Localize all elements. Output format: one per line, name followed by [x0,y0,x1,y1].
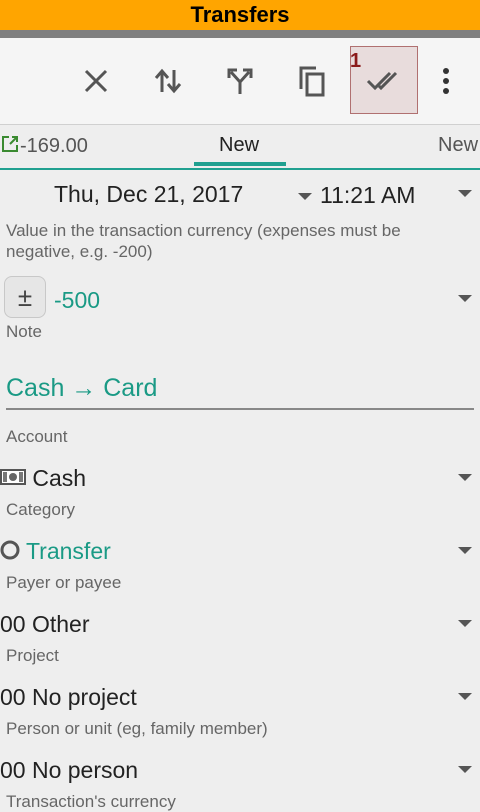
title-bar: Transfers [0,0,480,30]
tab-new-next[interactable]: New [438,134,478,157]
category-label: Category [6,500,75,519]
time-dropdown-icon [458,190,472,197]
date-dropdown-icon [298,193,312,200]
app-title: Transfers [190,2,290,27]
account-dropdown-icon [458,474,472,481]
sign-toggle-button[interactable]: ± [4,276,46,318]
action-toolbar: 1 [0,38,480,125]
tab-previous[interactable]: -169.00 [0,134,88,158]
sign-toggle-label: ± [17,281,33,312]
cash-icon [0,469,26,485]
save-icon [366,71,398,91]
category-dropdown-icon [458,547,472,554]
active-tab-indicator [194,162,286,166]
close-button[interactable] [66,38,126,124]
account-label: Account [6,427,68,446]
category-select[interactable]: Transfer [0,538,111,565]
transaction-tabs: -169.00 New New [0,124,480,170]
copy-button[interactable] [282,38,342,124]
note-underline [6,408,474,410]
save-button[interactable] [354,38,414,124]
account-value: Cash [32,465,87,491]
swap-icon [154,68,182,94]
close-icon [84,69,108,93]
date-field[interactable]: Thu, Dec 21, 2017 [54,181,243,208]
amount-input[interactable]: -500 [54,287,100,314]
copy-icon [299,66,325,97]
project-label: Project [6,646,59,665]
person-dropdown-icon [458,766,472,773]
swap-button[interactable] [138,38,198,124]
amount-hint: Value in the transaction currency (expen… [6,221,401,261]
split-button[interactable] [210,38,270,124]
time-field[interactable]: 11:21 AM [320,182,415,209]
external-link-icon [2,136,18,152]
person-select[interactable]: 00 No person [0,757,138,784]
note-label: Note [6,322,42,341]
payee-dropdown-icon [458,620,472,627]
circle-icon [0,540,20,560]
currency-label: Transaction's currency [6,792,176,811]
note-input[interactable]: Cash → Card [6,374,157,403]
payee-label: Payer or payee [6,573,122,592]
tab-new-current[interactable]: New [219,134,259,157]
category-value: Transfer [25,538,111,564]
split-icon [227,68,253,94]
title-divider [0,30,480,38]
project-select[interactable]: 00 No project [0,684,137,711]
account-select[interactable]: Cash [0,465,86,492]
payee-select[interactable]: 00 Other [0,611,90,638]
project-dropdown-icon [458,693,472,700]
person-label: Person or unit (eg, family member) [6,719,268,738]
more-options-button[interactable] [416,38,476,124]
amount-dropdown-icon [458,295,472,302]
tab-amount: -169.00 [20,135,88,157]
more-vert-icon [443,68,449,94]
